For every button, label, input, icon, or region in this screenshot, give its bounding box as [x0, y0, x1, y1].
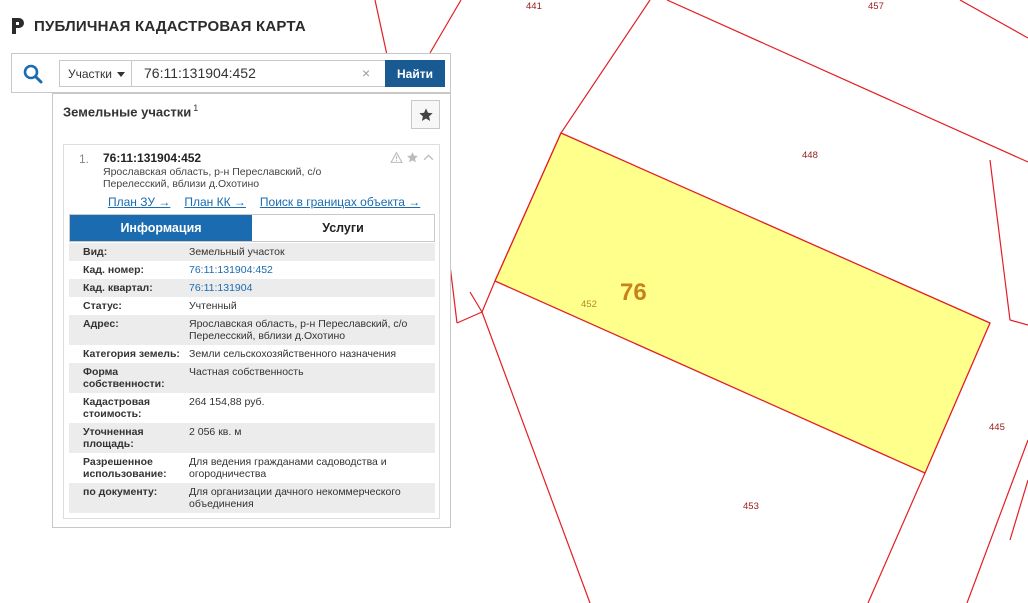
parcel-label: 452 — [581, 299, 597, 310]
properties-table: Вид: Земельный участок Кад. номер: 76:11:13… — [69, 243, 435, 513]
find-button[interactable]: Найти — [385, 60, 445, 87]
property-value[interactable]: 76:11:131904 — [189, 282, 429, 294]
result-number: 1. — [79, 152, 90, 166]
property-value: Учтенный — [189, 300, 237, 312]
property-row: по документу: Для организации дачного нек… — [69, 483, 435, 513]
property-row: Форма собственности: Частная собственност… — [69, 363, 435, 393]
property-key: Категория земель: — [83, 348, 180, 360]
property-key: Кадастровая стоимость: — [83, 396, 150, 420]
property-key: Уточненная площадь: — [83, 426, 144, 450]
app-title: ПУБЛИЧНАЯ КАДАСТРОВАЯ КАРТА — [34, 17, 306, 35]
result-cad-number[interactable]: 76:11:131904:452 — [103, 151, 201, 165]
card-actions — [390, 151, 435, 164]
boundary-line — [560, 0, 651, 134]
property-value: Частная собственность — [189, 366, 304, 378]
property-value: Для ведения гражданами садоводства и ого… — [189, 456, 387, 480]
panel-title: Земельные участки 1 — [63, 103, 198, 119]
result-address: Ярославская область, р-н Переславский, с… — [103, 166, 322, 190]
results-count: 1 — [193, 103, 199, 113]
parcel-label: 448 — [802, 150, 818, 161]
search-bar: Участки 76:11:131904:452 × Найти — [11, 53, 451, 93]
property-value: Ярославская область, р-н Переславский, с… — [189, 318, 408, 342]
boundary-line — [374, 0, 388, 56]
search-type-select[interactable]: Участки — [59, 60, 132, 87]
boundary-line — [1009, 319, 1028, 326]
app-header: ПУБЛИЧНАЯ КАДАСТРОВАЯ КАРТА — [10, 16, 306, 36]
parcel-label: 441 — [526, 1, 542, 12]
property-row: Статус: Учтенный — [69, 297, 435, 315]
property-value: Для организации дачного некоммерческого … — [189, 486, 401, 510]
star-icon — [418, 107, 433, 121]
warning-icon[interactable] — [390, 151, 403, 164]
property-value: 264 154,88 руб. — [189, 396, 265, 408]
result-tabs: Информация Услуги — [69, 214, 435, 242]
star-icon[interactable] — [406, 151, 419, 164]
property-row: Адрес: Ярославская область, р-н Переславс… — [69, 315, 435, 345]
result-card: 1. 76:11:131904:452 Ярославская область,… — [63, 144, 440, 519]
property-key: Адрес: — [83, 318, 119, 330]
pkk-logo-icon — [12, 18, 24, 34]
parcel-label: 453 — [743, 501, 759, 512]
property-row: Категория земель: Земли сельскохозяйствен… — [69, 345, 435, 363]
result-links: План ЗУ → План КК → Поиск в границах объ… — [108, 195, 420, 209]
boundary-line — [456, 311, 483, 324]
tab-info[interactable]: Информация — [70, 215, 252, 241]
search-type-label: Участки — [68, 66, 112, 81]
property-key: Кад. квартал: — [83, 282, 153, 294]
boundary-line — [966, 439, 1028, 603]
parcel-label: 445 — [989, 422, 1005, 433]
tab-services[interactable]: Услуги — [252, 215, 434, 241]
search-input[interactable]: 76:11:131904:452 — [132, 60, 386, 87]
property-value: 2 056 кв. м — [189, 426, 242, 438]
region-label: 76 — [620, 279, 647, 306]
property-key: Вид: — [83, 246, 108, 258]
favorites-button[interactable] — [411, 100, 440, 129]
property-value: Земли сельскохозяйственного назначения — [189, 348, 397, 360]
property-row: Уточненная площадь: 2 056 кв. м — [69, 423, 435, 453]
panel-title-text: Земельные участки — [63, 104, 192, 120]
chevron-up-icon[interactable] — [422, 151, 435, 164]
search-in-bounds-link[interactable]: Поиск в границах объекта → — [260, 195, 420, 209]
boundary-line — [989, 159, 1011, 321]
plan-kk-link[interactable]: План КК → — [184, 195, 246, 209]
search-icon[interactable] — [22, 63, 44, 85]
property-key: по документу: — [83, 486, 158, 498]
property-value: Земельный участок — [189, 246, 285, 258]
property-key: Статус: — [83, 300, 122, 312]
property-row: Вид: Земельный участок — [69, 243, 435, 261]
clear-search-button[interactable]: × — [362, 66, 370, 80]
property-key: Кад. номер: — [83, 264, 145, 276]
boundary-line — [867, 472, 926, 603]
property-row: Кад. номер: 76:11:131904:452 — [69, 261, 435, 279]
plan-zu-link[interactable]: План ЗУ → — [108, 195, 170, 209]
property-row: Разрешенное использование: Для ведения гр… — [69, 453, 435, 483]
chevron-down-icon — [117, 72, 125, 77]
property-key: Разрешенное использование: — [83, 456, 167, 480]
boundary-line — [429, 0, 462, 54]
parcel-label: 457 — [868, 1, 884, 12]
property-value[interactable]: 76:11:131904:452 — [189, 264, 429, 276]
boundary-line — [469, 291, 483, 313]
property-row: Кад. квартал: 76:11:131904 — [69, 279, 435, 297]
boundary-line — [1009, 479, 1028, 541]
boundary-line — [481, 311, 591, 603]
selected-parcel[interactable] — [494, 132, 991, 474]
property-row: Кадастровая стоимость: 264 154,88 руб. — [69, 393, 435, 423]
results-panel: Земельные участки 1 1. 76:11:131904:452 Я… — [52, 93, 451, 528]
boundary-line — [666, 0, 1028, 163]
boundary-line — [959, 0, 1028, 39]
boundary-line — [481, 280, 496, 313]
property-key: Форма собственности: — [83, 366, 165, 390]
